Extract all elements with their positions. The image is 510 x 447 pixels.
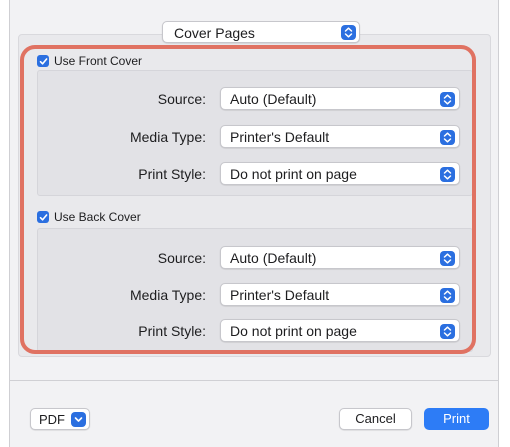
- front-source-row: Source: Auto (Default): [38, 87, 472, 111]
- chevron-up-down-icon: [440, 130, 455, 145]
- front-media-type-label: Media Type:: [129, 129, 206, 145]
- use-front-cover-label: Use Front Cover: [54, 54, 143, 68]
- chevron-up-down-icon: [341, 25, 356, 40]
- front-media-type-row: Media Type: Printer's Default: [38, 125, 472, 149]
- back-media-type-popup[interactable]: Printer's Default: [220, 283, 460, 306]
- front-source-value: Auto (Default): [230, 91, 317, 107]
- front-media-type-value: Printer's Default: [230, 129, 330, 145]
- front-print-style-label: Print Style:: [138, 166, 206, 182]
- front-source-label: Source:: [157, 91, 206, 107]
- back-media-type-label: Media Type:: [129, 287, 206, 303]
- chevron-up-down-icon: [440, 92, 455, 107]
- use-back-cover-checkbox[interactable]: Use Back Cover: [37, 210, 141, 224]
- pdf-menu-button[interactable]: PDF: [30, 408, 90, 430]
- back-print-style-row: Print Style: Do not print on page: [38, 319, 472, 343]
- back-media-type-row: Media Type: Printer's Default: [38, 283, 472, 307]
- front-print-style-value: Do not print on page: [230, 166, 357, 182]
- chevron-up-down-icon: [440, 167, 455, 182]
- back-source-label: Source:: [157, 250, 206, 266]
- back-source-value: Auto (Default): [230, 250, 317, 266]
- back-media-type-value: Printer's Default: [230, 287, 330, 303]
- checkmark-icon: [37, 55, 49, 67]
- back-source-row: Source: Auto (Default): [38, 246, 472, 270]
- chevron-up-down-icon: [440, 324, 455, 339]
- front-cover-section: Source: Auto (Default) Media Type: Print…: [37, 70, 473, 196]
- front-print-style-popup[interactable]: Do not print on page: [220, 162, 460, 185]
- front-print-style-row: Print Style: Do not print on page: [38, 162, 472, 186]
- use-front-cover-checkbox[interactable]: Use Front Cover: [37, 54, 142, 68]
- chevron-up-down-icon: [440, 251, 455, 266]
- chevron-down-icon: [71, 412, 86, 427]
- pane-selector-popup[interactable]: Cover Pages: [162, 21, 360, 43]
- footer-divider: [9, 380, 499, 381]
- checkmark-icon: [37, 211, 49, 223]
- back-source-popup[interactable]: Auto (Default): [220, 246, 460, 269]
- back-print-style-popup[interactable]: Do not print on page: [220, 319, 460, 342]
- back-print-style-value: Do not print on page: [230, 323, 357, 339]
- use-back-cover-label: Use Back Cover: [54, 210, 141, 224]
- back-print-style-label: Print Style:: [138, 323, 206, 339]
- pdf-label: PDF: [39, 412, 65, 427]
- print-button[interactable]: Print: [424, 408, 489, 430]
- back-cover-section: Source: Auto (Default) Media Type: Print…: [37, 228, 473, 352]
- front-media-type-popup[interactable]: Printer's Default: [220, 125, 460, 148]
- chevron-up-down-icon: [440, 288, 455, 303]
- front-source-popup[interactable]: Auto (Default): [220, 87, 460, 110]
- pane-selector-value: Cover Pages: [174, 25, 255, 41]
- cancel-button[interactable]: Cancel: [339, 408, 412, 430]
